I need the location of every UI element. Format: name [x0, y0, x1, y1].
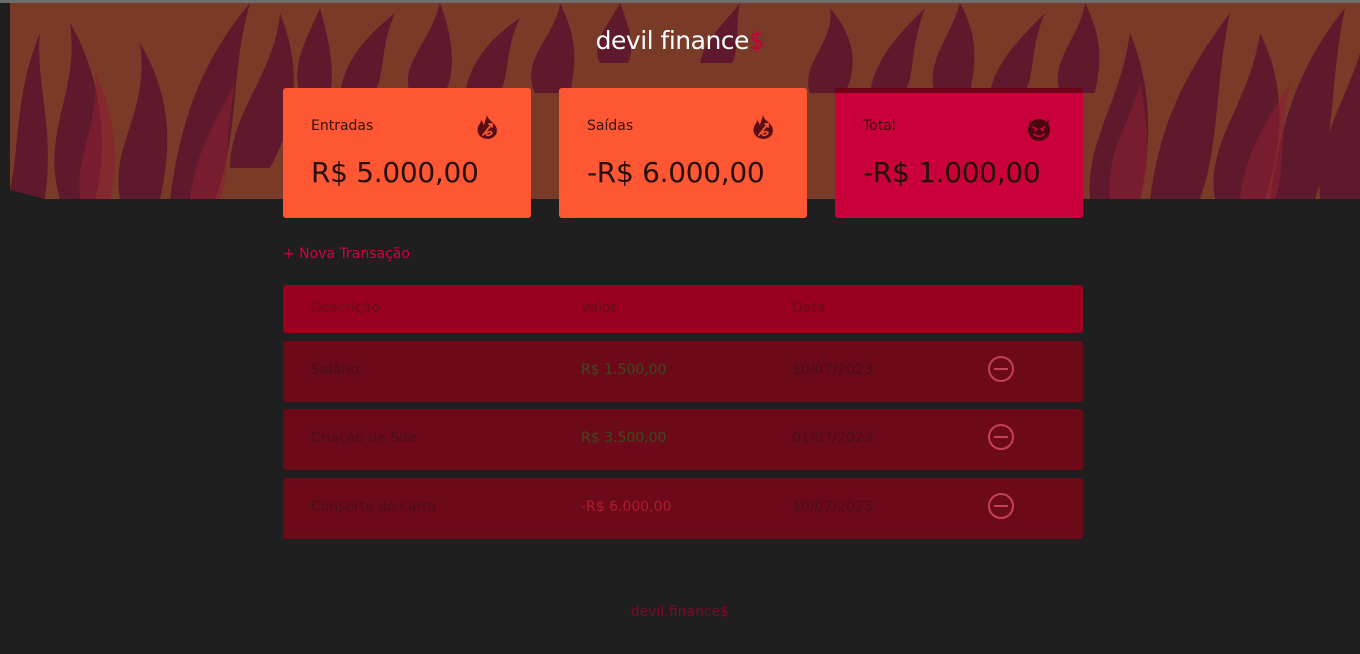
table-row: Salário R$ 1.500,00 10/07/2023 [283, 341, 1083, 402]
total-value: -R$ 1.000,00 [863, 156, 1041, 189]
total-label: Total [863, 118, 896, 134]
footer-text: devil.finance$ [630, 604, 730, 620]
expense-value: -R$ 6.000,00 [587, 156, 765, 189]
transaction-date: 10/07/2023 [792, 499, 873, 515]
logo-dollar-symbol: $ [748, 26, 765, 55]
income-label: Entradas [311, 118, 374, 134]
income-card: Entradas R$ 5.000,00 [283, 88, 531, 218]
remove-transaction-icon[interactable] [987, 355, 1015, 383]
income-value: R$ 5.000,00 [311, 156, 479, 189]
fire-pitchfork-icon [477, 115, 497, 139]
new-transaction-link[interactable]: + Nova Transação [283, 246, 410, 262]
logo-text: devil finance [595, 26, 750, 55]
transaction-description: Criação de Site [311, 430, 418, 446]
transaction-date: 01/07/2023 [792, 430, 873, 446]
header-amount: Valor [581, 300, 617, 316]
total-card: Total -R$ 1.000,00 [835, 88, 1083, 218]
remove-transaction-icon[interactable] [987, 492, 1015, 520]
transaction-amount: R$ 1.500,00 [581, 362, 667, 378]
fire-pitchfork-icon [753, 115, 773, 139]
table-row: Criação de Site R$ 3.500,00 01/07/2023 [283, 409, 1083, 470]
transaction-amount: -R$ 6.000,00 [581, 499, 672, 515]
transaction-amount: R$ 3.500,00 [581, 430, 667, 446]
remove-transaction-icon[interactable] [987, 423, 1015, 451]
header-description: Descrição [311, 300, 380, 316]
transaction-description: Conserto do carro [311, 499, 437, 515]
table-header: Descrição Valor Data [283, 285, 1083, 333]
expense-card: Saídas -R$ 6.000,00 [559, 88, 807, 218]
transaction-description: Salário [311, 362, 360, 378]
app-logo: devil finance$ [0, 26, 1360, 55]
devil-face-icon [1028, 119, 1050, 141]
table-row: Conserto do carro -R$ 6.000,00 10/07/202… [283, 478, 1083, 539]
transaction-date: 10/07/2023 [792, 362, 873, 378]
header-date: Data [792, 300, 826, 316]
expense-label: Saídas [587, 118, 634, 134]
